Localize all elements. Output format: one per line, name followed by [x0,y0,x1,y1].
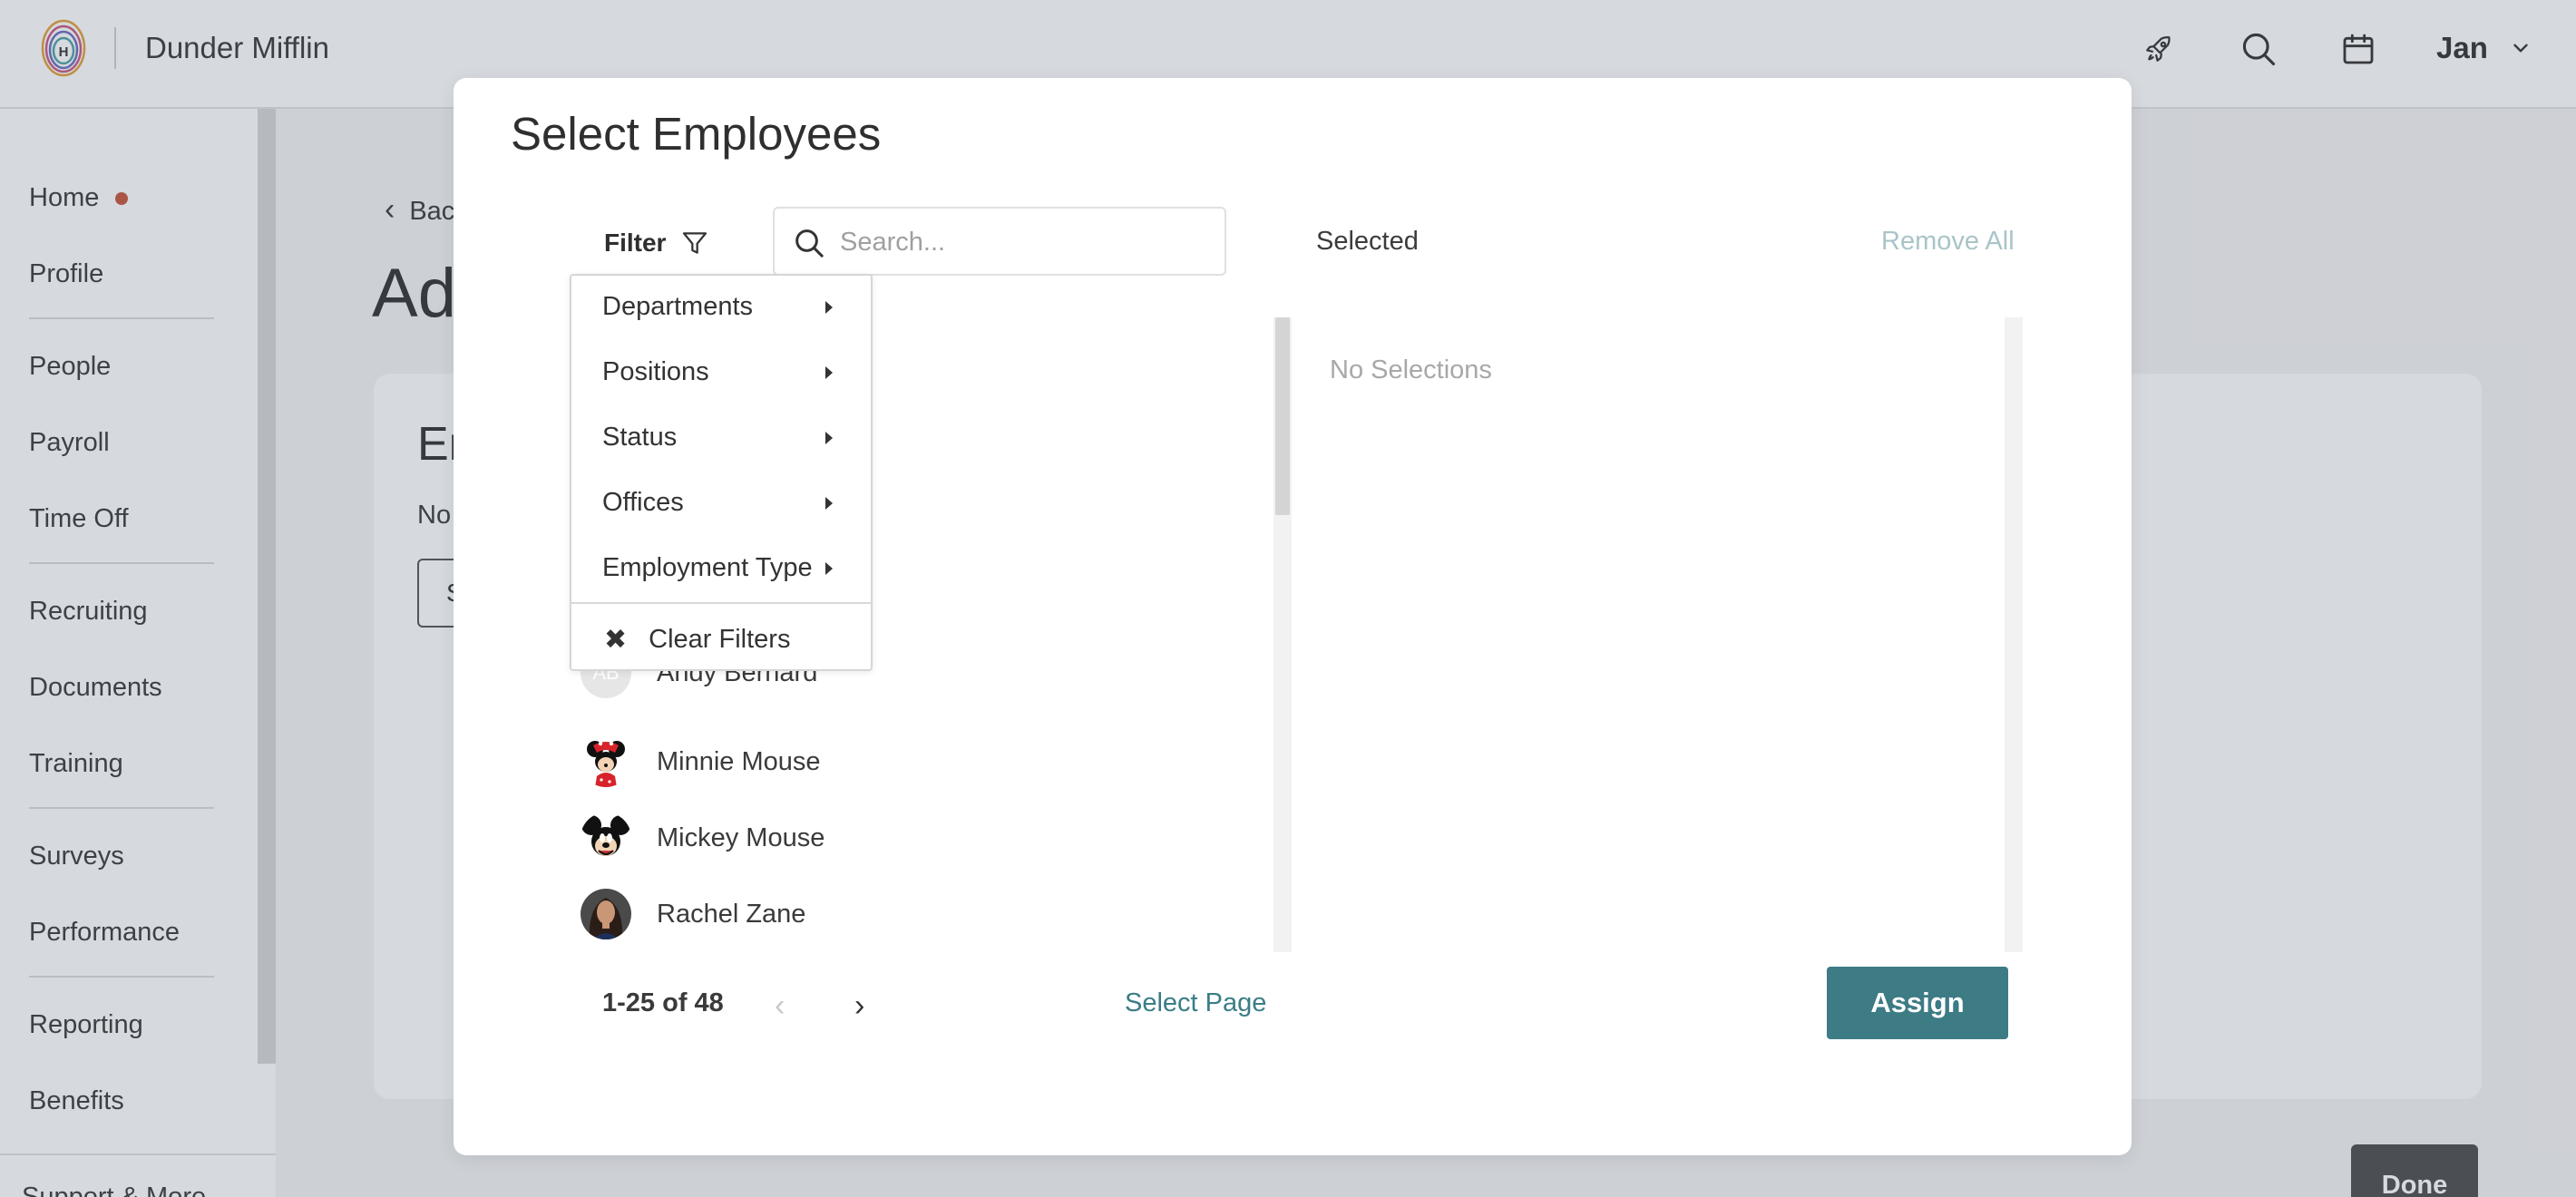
caret-right-icon [825,562,833,575]
modal-title: Select Employees [511,108,882,160]
search-icon [791,225,827,261]
filter-button[interactable]: Filter [604,225,709,261]
caret-right-icon [825,301,833,314]
employee-search-input[interactable] [840,221,1212,263]
filter-label: Filter [604,229,667,257]
avatar [581,736,631,787]
pagination-range: 1-25 of 48 [602,988,724,1017]
menu-divider [571,602,871,604]
employee-name: Rachel Zane [657,899,806,929]
caret-right-icon [825,366,833,379]
chevron-right-icon[interactable]: › [854,988,864,1024]
employee-name: Mickey Mouse [657,822,825,852]
clear-filters-label: Clear Filters [649,625,791,654]
filter-menu-item-positions[interactable]: Positions [602,357,709,387]
employee-row[interactable]: Mickey Mouse [581,811,825,865]
filter-dropdown-menu: Departments Positions Status Offices Emp… [570,274,873,671]
select-page-link[interactable]: Select Page [1125,988,1266,1018]
no-selections-text: No Selections [1330,355,1492,384]
filter-menu-item-offices[interactable]: Offices [602,488,684,518]
selected-heading: Selected [1316,227,1419,256]
employee-row[interactable]: Rachel Zane [581,887,805,941]
assign-button[interactable]: Assign [1827,967,2008,1039]
clear-filters-item[interactable]: ✖ Clear Filters [604,624,790,656]
filter-icon [683,232,707,254]
employee-name: Minnie Mouse [657,746,821,776]
avatar [581,889,631,939]
chevron-left-icon[interactable]: ‹ [775,988,785,1024]
filter-menu-item-departments[interactable]: Departments [602,292,753,322]
employee-row[interactable]: Minnie Mouse [581,735,821,789]
caret-right-icon [825,432,833,444]
caret-right-icon [825,497,833,510]
remove-all-link[interactable]: Remove All [1881,227,2015,257]
filter-menu-item-employment-type[interactable]: Employment Type [602,553,813,583]
close-icon: ✖ [604,625,628,655]
avatar [581,813,631,863]
selected-panel [1292,317,2023,952]
employee-search-field[interactable] [773,207,1226,276]
filter-menu-item-status[interactable]: Status [602,423,677,453]
employee-list-scroll-thumb[interactable] [1275,317,1290,515]
